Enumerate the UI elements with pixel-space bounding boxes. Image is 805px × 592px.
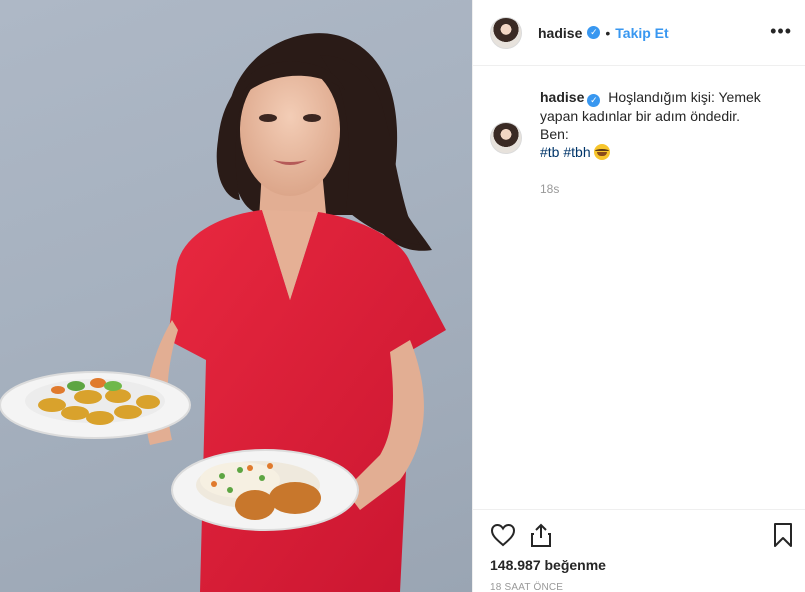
caption-time[interactable]: 18s [540,180,790,198]
post-age: 18 SAAT ÖNCE [490,582,564,592]
header-username[interactable]: hadise [538,25,582,41]
laughing-tears-emoji-icon [593,144,610,160]
caption-comment: hadise ✓ Hoşlandığım kişi: Yemek yapan ka… [490,88,790,198]
post-photo-illustration [0,33,446,592]
caption-avatar[interactable] [490,122,522,154]
likes-count[interactable]: 148.987 beğenme [490,557,606,573]
avatar[interactable] [490,16,522,49]
bookmark-icon[interactable] [770,522,796,548]
share-icon[interactable] [528,522,554,548]
post-photo[interactable] [0,0,472,592]
more-options-icon[interactable]: ••• [770,22,792,40]
post-sidebar: hadise ✓ • Takip Et ••• hadise ✓ Hoşlandı… [472,0,805,592]
separator: • [605,24,611,41]
post-header: hadise ✓ • Takip Et ••• [473,0,805,66]
caption-verified-badge-icon: ✓ [587,94,601,107]
caption-body: hadise ✓ Hoşlandığım kişi: Yemek yapan ka… [540,88,790,198]
post-actions: 148.987 beğenme 18 SAAT ÖNCE [473,509,805,592]
hashtag-tb[interactable]: #tb [540,144,559,160]
hashtag-tbh[interactable]: #tbh [563,144,590,160]
caption-text-2: Ben: [540,126,569,142]
verified-badge-icon: ✓ [587,26,601,39]
follow-button[interactable]: Takip Et [615,25,668,41]
caption-username[interactable]: hadise [540,89,584,105]
heart-icon[interactable] [490,522,516,548]
